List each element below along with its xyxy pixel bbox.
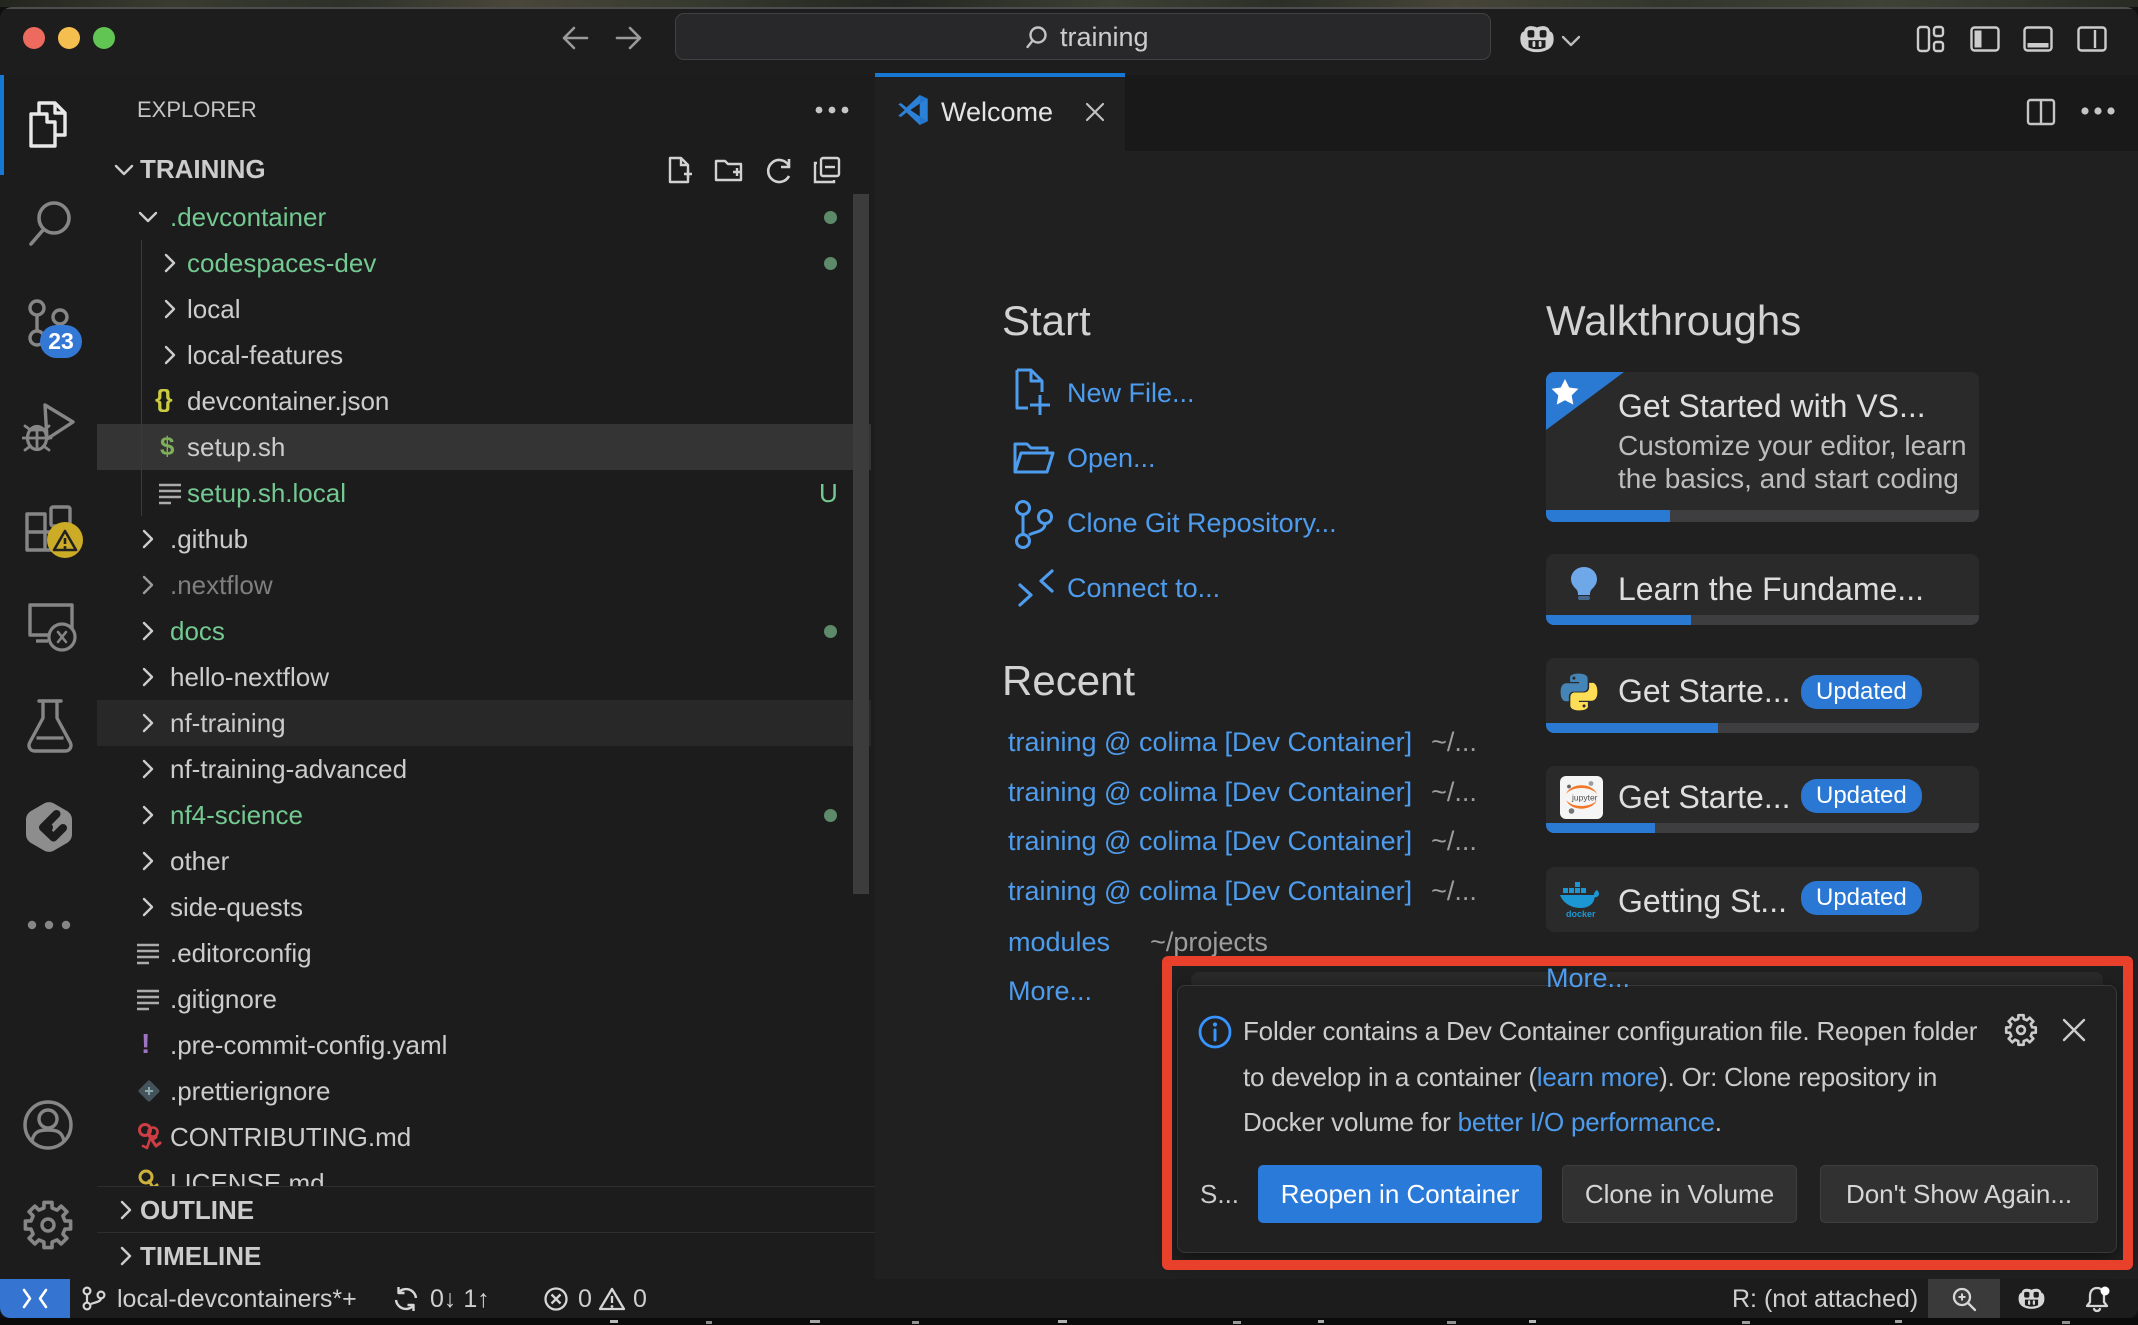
svg-text:docker: docker [1566,909,1596,919]
svg-text:jupyter: jupyter [1571,793,1598,803]
